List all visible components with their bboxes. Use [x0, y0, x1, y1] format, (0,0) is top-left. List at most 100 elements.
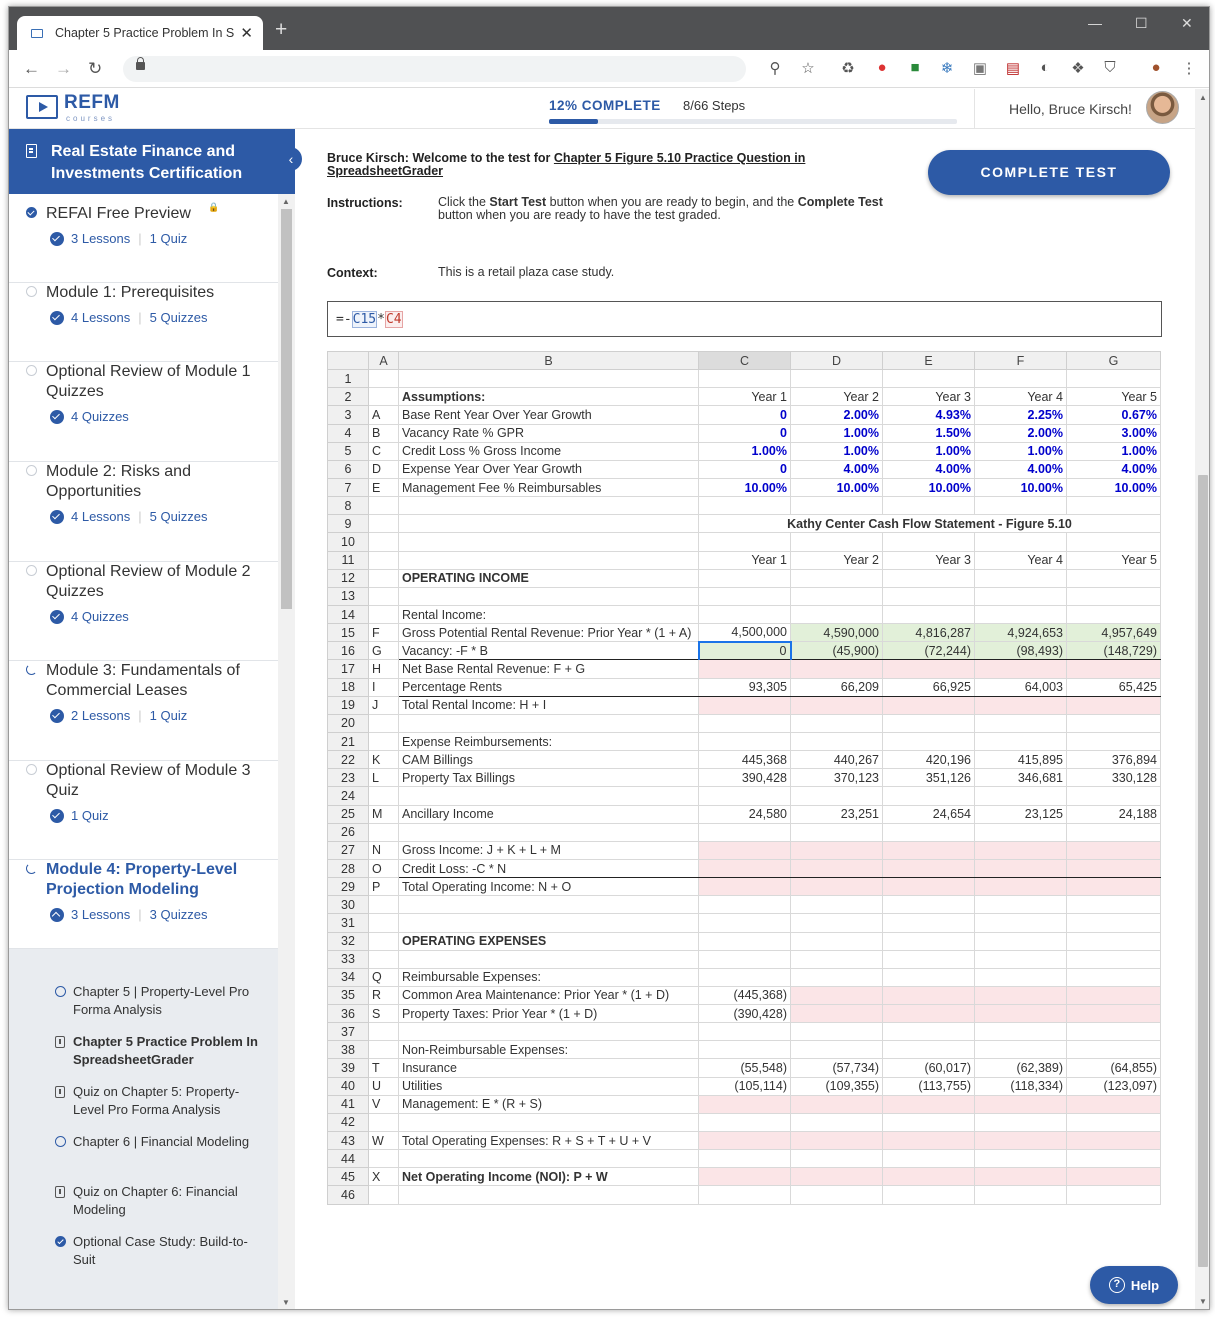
value-cell[interactable]: Year 1	[698, 550, 791, 570]
value-cell[interactable]	[790, 931, 883, 951]
row-number[interactable]: 39	[327, 1058, 369, 1078]
quizzes-count[interactable]: 5 Quizzes	[150, 509, 208, 524]
value-cell[interactable]	[882, 1167, 975, 1187]
value-cell[interactable]: 4.00%	[790, 459, 883, 479]
value-cell[interactable]: 370,123	[790, 768, 883, 788]
value-cell[interactable]	[974, 1149, 1067, 1169]
value-cell[interactable]	[974, 369, 1067, 389]
value-cell[interactable]: 346,681	[974, 768, 1067, 788]
module-meta[interactable]: 4 Lessons | 5 Quizzes	[50, 310, 207, 325]
label-cell[interactable]: Utilities	[398, 1076, 699, 1096]
value-cell[interactable]	[1066, 1167, 1161, 1187]
value-cell[interactable]	[1066, 895, 1161, 915]
module-title[interactable]: Optional Review of Module 1 Quizzes	[46, 362, 266, 402]
lessons-count[interactable]: 3 Lessons	[71, 907, 130, 922]
value-cell[interactable]	[790, 1004, 883, 1024]
value-cell[interactable]	[698, 786, 791, 806]
value-cell[interactable]: 440,267	[790, 750, 883, 770]
value-cell[interactable]: 0	[698, 459, 791, 479]
label-cell[interactable]: Insurance	[398, 1058, 699, 1078]
value-cell[interactable]	[1066, 568, 1161, 588]
value-cell[interactable]	[882, 731, 975, 752]
value-cell[interactable]	[1066, 532, 1161, 552]
lesson-item[interactable]: Quiz on Chapter 6: Financial Modeling	[9, 1183, 278, 1223]
value-cell[interactable]	[698, 967, 791, 987]
row-number[interactable]: 23	[327, 768, 369, 788]
row-number[interactable]: 16	[327, 641, 369, 661]
row-code-cell[interactable]	[368, 895, 399, 915]
label-cell[interactable]	[398, 496, 699, 516]
value-cell[interactable]: (148,729)	[1066, 641, 1161, 661]
value-cell[interactable]: 65,425	[1066, 677, 1161, 697]
value-cell[interactable]	[974, 913, 1067, 933]
row-number[interactable]: 18	[327, 677, 369, 697]
sidebar-scrollbar-thumb[interactable]	[281, 209, 292, 609]
column-header[interactable]: E	[882, 350, 975, 371]
row-code-cell[interactable]: Q	[368, 967, 399, 987]
value-cell[interactable]	[1066, 840, 1161, 860]
row-number[interactable]: 30	[327, 895, 369, 915]
label-cell[interactable]	[398, 586, 699, 606]
label-cell[interactable]: Non-Reimbursable Expenses:	[398, 1040, 699, 1060]
row-number[interactable]: 22	[327, 750, 369, 770]
value-cell[interactable]: Year 5	[1066, 550, 1161, 570]
row-number[interactable]: 41	[327, 1094, 369, 1114]
value-cell[interactable]: Year 5	[1066, 387, 1161, 407]
value-cell[interactable]	[1066, 877, 1161, 897]
value-cell[interactable]	[1066, 822, 1161, 842]
row-number[interactable]: 35	[327, 985, 369, 1006]
value-cell[interactable]: 4.00%	[974, 459, 1067, 479]
value-cell[interactable]	[1066, 604, 1161, 625]
value-cell[interactable]: Year 1	[698, 387, 791, 407]
row-number[interactable]: 2	[327, 387, 369, 407]
row-code-cell[interactable]	[368, 731, 399, 752]
label-cell[interactable]	[398, 514, 699, 534]
row-code-cell[interactable]: W	[368, 1131, 399, 1151]
row-code-cell[interactable]	[368, 822, 399, 842]
value-cell[interactable]: Year 3	[882, 387, 975, 407]
value-cell[interactable]	[882, 1022, 975, 1042]
value-cell[interactable]: 4,590,000	[790, 623, 883, 643]
value-cell[interactable]	[698, 822, 791, 842]
value-cell[interactable]: 4.93%	[882, 405, 975, 425]
value-cell[interactable]: 330,128	[1066, 768, 1161, 788]
value-cell[interactable]	[698, 496, 791, 516]
value-cell[interactable]: 4.00%	[882, 459, 975, 479]
value-cell[interactable]: 24,654	[882, 804, 975, 824]
value-cell[interactable]	[974, 532, 1067, 552]
value-cell[interactable]	[790, 895, 883, 915]
value-cell[interactable]	[974, 1004, 1067, 1024]
value-cell[interactable]: 1.00%	[790, 423, 883, 443]
value-cell[interactable]	[698, 858, 791, 879]
lesson-title[interactable]: Chapter 5 | Property-Level Pro Forma Ana…	[73, 983, 258, 1019]
label-cell[interactable]: Gross Income: J + K + L + M	[398, 840, 699, 860]
row-code-cell[interactable]: N	[368, 840, 399, 860]
value-cell[interactable]: 0	[698, 423, 791, 443]
course-title[interactable]: Real Estate Finance and Investments Cert…	[9, 129, 295, 194]
column-header[interactable]: C	[698, 350, 791, 371]
value-cell[interactable]	[882, 949, 975, 969]
row-code-cell[interactable]	[368, 1149, 399, 1169]
value-cell[interactable]: 93,305	[698, 677, 791, 697]
value-cell[interactable]: 1.00%	[698, 441, 791, 461]
value-cell[interactable]	[882, 913, 975, 933]
module-title[interactable]: Optional Review of Module 3 Quiz	[46, 761, 266, 801]
value-cell[interactable]: 4.00%	[1066, 459, 1161, 479]
value-cell[interactable]	[790, 913, 883, 933]
row-code-cell[interactable]	[368, 931, 399, 951]
value-cell[interactable]	[882, 1131, 975, 1151]
row-number[interactable]: 27	[327, 840, 369, 860]
value-cell[interactable]: 1.00%	[974, 441, 1067, 461]
value-cell[interactable]: 4,957,649	[1066, 623, 1161, 643]
value-cell[interactable]: 24,580	[698, 804, 791, 824]
row-code-cell[interactable]: G	[368, 641, 399, 661]
label-cell[interactable]	[398, 822, 699, 842]
value-cell[interactable]	[974, 949, 1067, 969]
menu-icon[interactable]: ⋮	[1180, 59, 1198, 77]
module-item[interactable]: Optional Review of Module 2 Quizzes 4 Qui…	[9, 562, 278, 661]
row-number[interactable]: 7	[327, 477, 369, 498]
column-header[interactable]: F	[974, 350, 1067, 371]
lesson-item[interactable]: Chapter 5 | Property-Level Pro Forma Ana…	[9, 983, 278, 1023]
close-window-icon[interactable]: ✕	[1181, 15, 1193, 32]
value-cell[interactable]	[698, 731, 791, 752]
